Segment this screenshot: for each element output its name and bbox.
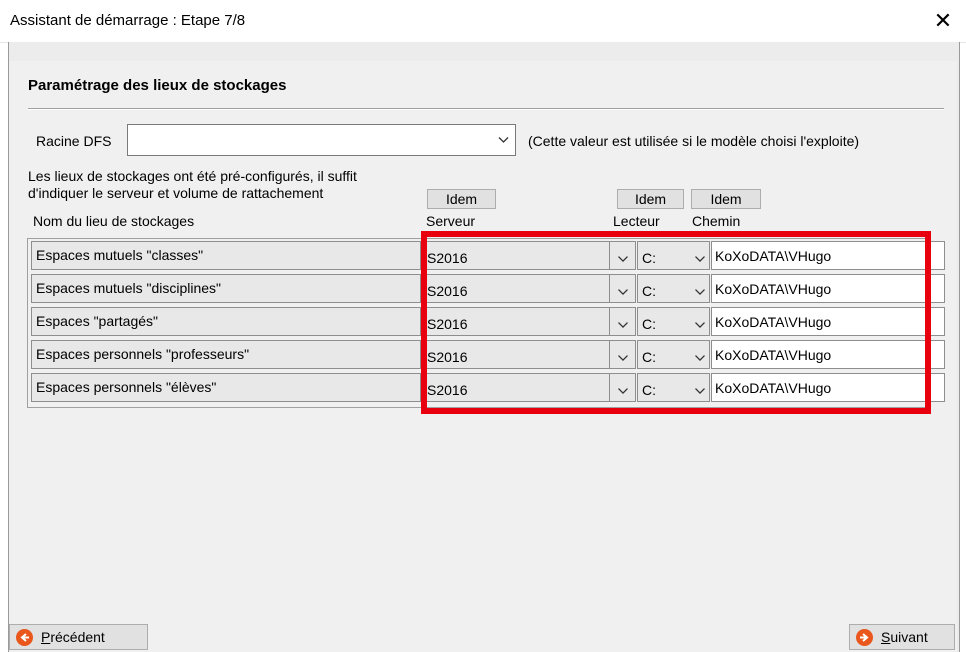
idem-drive-button[interactable]: Idem bbox=[617, 189, 684, 209]
path-input[interactable]: KoXoDATA\VHugo bbox=[711, 340, 945, 369]
column-header-name: Nom du lieu de stockages bbox=[33, 213, 195, 229]
location-name-cell: Espaces personnels "professeurs" bbox=[31, 340, 421, 369]
path-input[interactable]: KoXoDATA\VHugo bbox=[711, 307, 945, 336]
server-combobox[interactable]: S2016 bbox=[422, 274, 610, 303]
idem-path-button[interactable]: Idem bbox=[691, 189, 761, 209]
server-dropdown-button[interactable] bbox=[610, 307, 636, 336]
window-title: Assistant de démarrage : Etape 7/8 bbox=[10, 12, 246, 29]
storage-locations-grid: Espaces mutuels "classes" S2016 C: KoXoD… bbox=[27, 238, 945, 408]
drive-dropdown-button[interactable] bbox=[690, 241, 710, 270]
chevron-down-icon bbox=[617, 348, 628, 364]
server-combobox[interactable]: S2016 bbox=[422, 340, 610, 369]
chevron-down-icon bbox=[694, 348, 705, 364]
drive-combobox[interactable]: C: bbox=[637, 307, 693, 336]
chevron-down-icon bbox=[617, 249, 628, 265]
dfs-root-combobox[interactable] bbox=[127, 124, 516, 156]
location-name-cell: Espaces mutuels "disciplines" bbox=[31, 274, 421, 303]
location-name-cell: Espaces personnels "élèves" bbox=[31, 373, 421, 402]
path-input[interactable]: KoXoDATA\VHugo bbox=[711, 274, 945, 303]
next-button-label: Suivant bbox=[881, 629, 928, 645]
close-button[interactable]: ✕ bbox=[920, 0, 966, 42]
drive-dropdown-button[interactable] bbox=[690, 274, 710, 303]
server-dropdown-button[interactable] bbox=[610, 340, 636, 369]
chevron-down-icon bbox=[694, 249, 705, 265]
close-icon: ✕ bbox=[933, 8, 953, 33]
nav-bar bbox=[9, 621, 957, 652]
server-combobox[interactable]: S2016 bbox=[422, 241, 610, 270]
drive-combobox[interactable]: C: bbox=[637, 340, 693, 369]
chevron-down-icon bbox=[498, 137, 509, 144]
server-combobox[interactable]: S2016 bbox=[422, 373, 610, 402]
arrow-right-circle-icon bbox=[856, 628, 873, 646]
drive-combobox[interactable]: C: bbox=[637, 241, 693, 270]
server-dropdown-button[interactable] bbox=[610, 373, 636, 402]
previous-button[interactable]: Précédent bbox=[9, 624, 148, 650]
section-divider bbox=[28, 108, 944, 110]
server-dropdown-button[interactable] bbox=[610, 274, 636, 303]
intro-line-2: d'indiquer le serveur et volume de ratta… bbox=[28, 185, 324, 201]
drive-dropdown-button[interactable] bbox=[690, 307, 710, 336]
title-bar: Assistant de démarrage : Etape 7/8 ✕ bbox=[0, 0, 966, 43]
location-name-cell: Espaces mutuels "classes" bbox=[31, 241, 421, 270]
server-combobox[interactable]: S2016 bbox=[422, 307, 610, 336]
path-input[interactable]: KoXoDATA\VHugo bbox=[711, 241, 945, 270]
drive-combobox[interactable]: C: bbox=[637, 373, 693, 402]
chevron-down-icon bbox=[694, 381, 705, 397]
dfs-label: Racine DFS bbox=[36, 133, 112, 149]
drive-combobox[interactable]: C: bbox=[637, 274, 693, 303]
intro-line-1: Les lieux de stockages ont été pré-confi… bbox=[28, 168, 357, 184]
section-title: Paramétrage des lieux de stockages bbox=[28, 77, 287, 94]
chevron-down-icon bbox=[617, 282, 628, 298]
chevron-down-icon bbox=[617, 381, 628, 397]
chevron-down-icon bbox=[694, 282, 705, 298]
chevron-down-icon bbox=[694, 315, 705, 331]
column-header-server: Serveur bbox=[426, 213, 476, 229]
arrow-left-circle-icon bbox=[16, 628, 33, 646]
drive-dropdown-button[interactable] bbox=[690, 373, 710, 402]
previous-button-label: Précédent bbox=[41, 629, 105, 645]
path-input[interactable]: KoXoDATA\VHugo bbox=[711, 373, 945, 402]
location-name-cell: Espaces "partagés" bbox=[31, 307, 421, 336]
chevron-down-icon bbox=[617, 315, 628, 331]
dfs-note: (Cette valeur est utilisée si le modèle … bbox=[528, 133, 860, 149]
column-header-drive: Lecteur bbox=[613, 213, 660, 229]
drive-dropdown-button[interactable] bbox=[690, 340, 710, 369]
server-dropdown-button[interactable] bbox=[610, 241, 636, 270]
column-header-path: Chemin bbox=[692, 213, 741, 229]
next-button[interactable]: Suivant bbox=[849, 624, 955, 650]
idem-server-button[interactable]: Idem bbox=[427, 189, 496, 209]
